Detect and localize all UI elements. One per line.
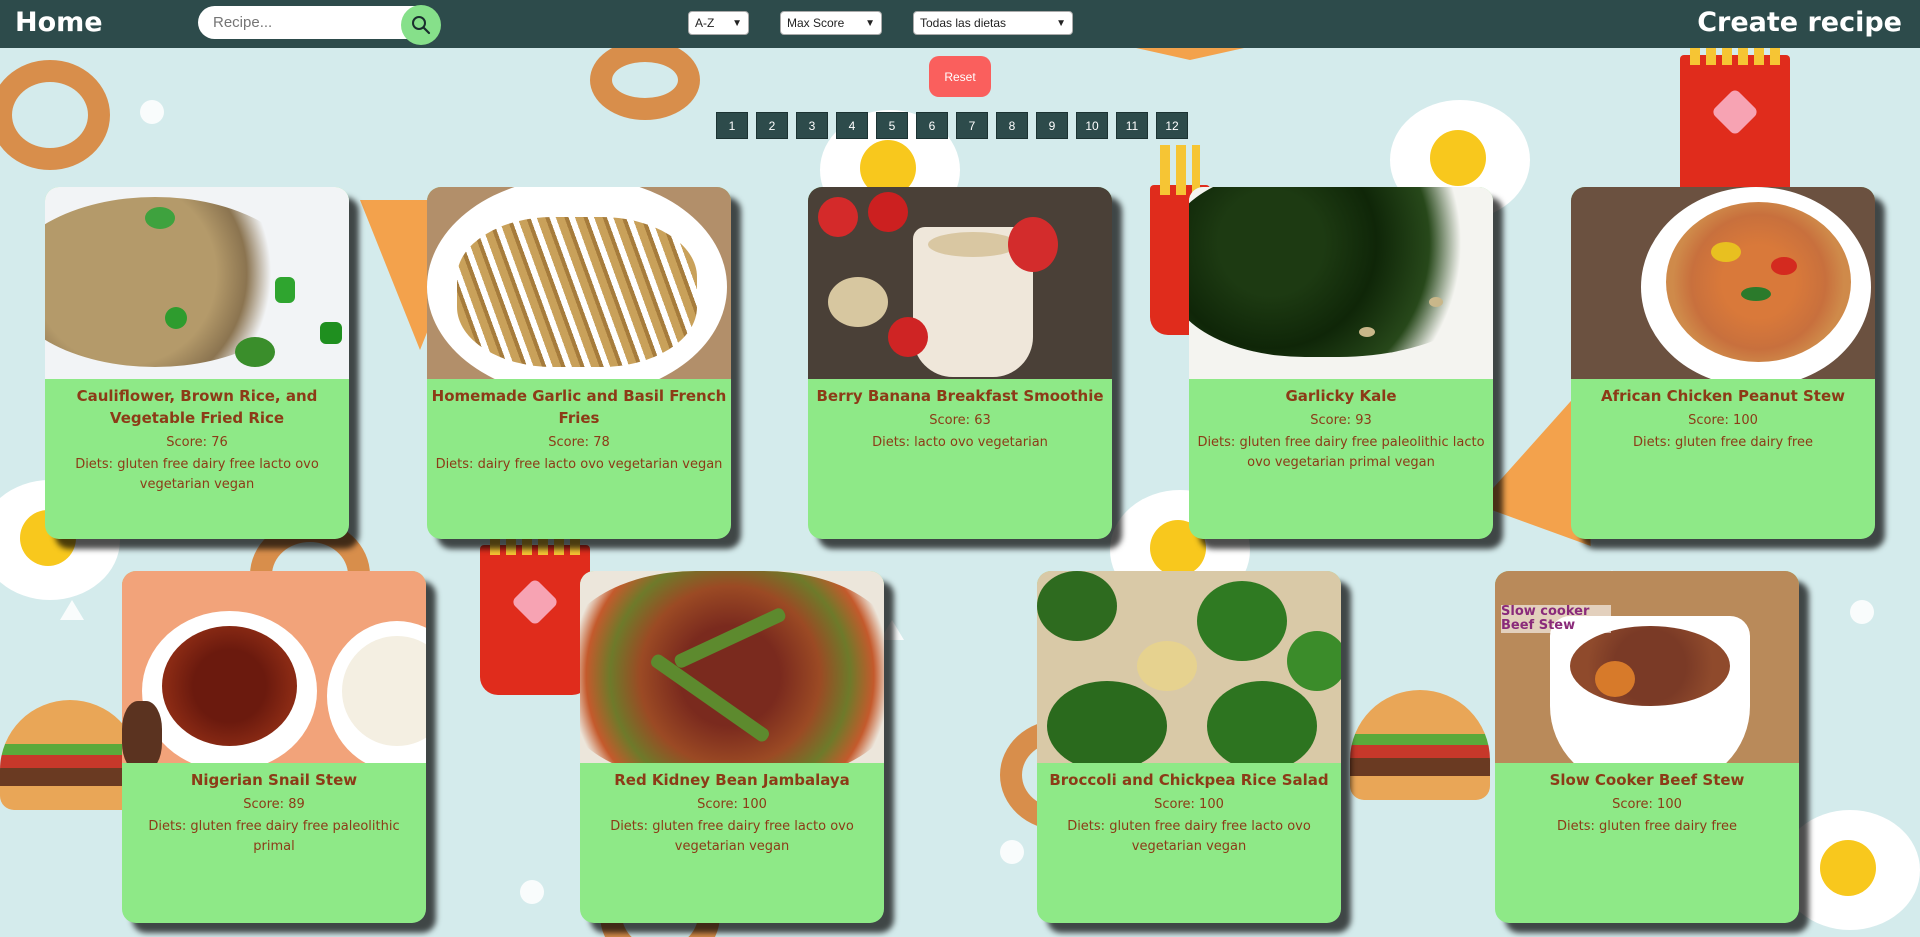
home-link[interactable]: Home	[15, 7, 103, 38]
burger-decoration	[0, 700, 140, 810]
recipe-title: Broccoli and Chickpea Rice Salad	[1049, 771, 1329, 789]
recipe-card[interactable]: Berry Banana Breakfast Smoothie Score: 6…	[808, 187, 1112, 539]
recipe-card[interactable]: Homemade Garlic and Basil French Fries S…	[427, 187, 731, 539]
search-button[interactable]	[401, 5, 441, 45]
navbar: Home A-Z ▼ Max Score ▼ Todas las dietas …	[0, 0, 1920, 48]
recipe-card[interactable]: Cauliflower, Brown Rice, and Vegetable F…	[45, 187, 349, 539]
recipe-score: Score: 89	[243, 797, 305, 812]
sort-score-value: Max Score	[787, 16, 845, 30]
recipe-image	[427, 187, 731, 379]
recipe-title: Berry Banana Breakfast Smoothie	[816, 387, 1104, 405]
chevron-down-icon: ▼	[1056, 17, 1066, 29]
recipe-image-caption: Slow cooker Beef Stew	[1501, 605, 1611, 633]
recipe-diets: Diets: gluten free dairy free paleolithi…	[148, 819, 400, 854]
page-button-6[interactable]: 6	[916, 112, 948, 139]
page-button-8[interactable]: 8	[996, 112, 1028, 139]
recipe-title: Cauliflower, Brown Rice, and Vegetable F…	[76, 387, 318, 427]
sort-score-select[interactable]: Max Score ▼	[780, 11, 882, 35]
recipe-image	[45, 187, 349, 379]
dot-decoration	[1850, 600, 1874, 624]
dot-decoration	[1000, 840, 1024, 864]
page-button-12[interactable]: 12	[1156, 112, 1188, 139]
recipe-score: Score: 100	[1154, 797, 1224, 812]
sort-alphabetical-value: A-Z	[695, 16, 715, 30]
pagination: 1 2 3 4 5 6 7 8 9 10 11 12	[716, 112, 1196, 139]
pretzel-decoration	[590, 40, 700, 120]
fries-decoration	[1680, 15, 1790, 205]
recipe-card[interactable]: African Chicken Peanut Stew Score: 100 D…	[1571, 187, 1875, 539]
triangle-decoration	[60, 600, 84, 620]
recipe-image: Slow cooker Beef Stew	[1495, 571, 1799, 763]
recipe-diets: Diets: lacto ovo vegetarian	[872, 435, 1048, 450]
search-bar	[198, 5, 443, 45]
recipe-card[interactable]: Red Kidney Bean Jambalaya Score: 100 Die…	[580, 571, 884, 923]
egg-decoration	[1780, 810, 1920, 930]
page-button-1[interactable]: 1	[716, 112, 748, 139]
recipe-score: Score: 100	[697, 797, 767, 812]
page-button-2[interactable]: 2	[756, 112, 788, 139]
recipe-score: Score: 63	[929, 413, 991, 428]
fries-decoration	[480, 505, 590, 695]
recipe-card[interactable]: Slow cooker Beef Stew Slow Cooker Beef S…	[1495, 571, 1799, 923]
search-icon	[412, 16, 431, 35]
recipe-card[interactable]: Garlicky Kale Score: 93 Diets: gluten fr…	[1189, 187, 1493, 539]
recipe-card[interactable]: Nigerian Snail Stew Score: 89 Diets: glu…	[122, 571, 426, 923]
recipe-score: Score: 78	[548, 435, 610, 450]
recipe-diets: Diets: dairy free lacto ovo vegetarian v…	[435, 457, 723, 472]
dot-decoration	[520, 880, 544, 904]
burger-decoration	[1350, 690, 1490, 800]
page-button-3[interactable]: 3	[796, 112, 828, 139]
recipe-image	[808, 187, 1112, 379]
diet-filter-value: Todas las dietas	[920, 16, 1007, 30]
diet-filter-select[interactable]: Todas las dietas ▼	[913, 11, 1073, 35]
recipe-diets: Diets: gluten free dairy free	[1557, 819, 1737, 834]
sort-alphabetical-select[interactable]: A-Z ▼	[688, 11, 749, 35]
recipe-diets: Diets: gluten free dairy free paleolithi…	[1197, 435, 1485, 470]
recipe-title: Homemade Garlic and Basil French Fries	[431, 387, 727, 427]
recipe-title: Nigerian Snail Stew	[190, 771, 358, 789]
recipe-score: Score: 76	[166, 435, 228, 450]
recipe-image	[1571, 187, 1875, 379]
chevron-down-icon: ▼	[865, 17, 875, 29]
recipe-score: Score: 100	[1688, 413, 1758, 428]
create-recipe-link[interactable]: Create recipe	[1697, 7, 1902, 38]
recipe-title: Red Kidney Bean Jambalaya	[614, 771, 850, 789]
page-button-9[interactable]: 9	[1036, 112, 1068, 139]
recipe-image	[122, 571, 426, 763]
pretzel-decoration	[0, 60, 110, 170]
recipe-title: Slow Cooker Beef Stew	[1549, 771, 1745, 789]
dot-decoration	[140, 100, 164, 124]
recipe-image	[580, 571, 884, 763]
recipe-image	[1037, 571, 1341, 763]
page-button-10[interactable]: 10	[1076, 112, 1108, 139]
dot-decoration	[1500, 150, 1524, 174]
recipe-diets: Diets: gluten free dairy free lacto ovo …	[610, 819, 854, 854]
page-button-4[interactable]: 4	[836, 112, 868, 139]
recipe-title: African Chicken Peanut Stew	[1601, 387, 1845, 405]
recipe-title: Garlicky Kale	[1285, 387, 1397, 405]
recipe-diets: Diets: gluten free dairy free lacto ovo …	[75, 457, 319, 492]
recipe-diets: Diets: gluten free dairy free lacto ovo …	[1067, 819, 1311, 854]
recipe-image	[1189, 187, 1493, 379]
page-button-11[interactable]: 11	[1116, 112, 1148, 139]
recipe-card[interactable]: Broccoli and Chickpea Rice Salad Score: …	[1037, 571, 1341, 923]
page-button-7[interactable]: 7	[956, 112, 988, 139]
recipe-score: Score: 100	[1612, 797, 1682, 812]
recipe-diets: Diets: gluten free dairy free	[1633, 435, 1813, 450]
reset-button[interactable]: Reset	[929, 56, 991, 97]
recipe-score: Score: 93	[1310, 413, 1372, 428]
page-button-5[interactable]: 5	[876, 112, 908, 139]
search-input[interactable]	[198, 6, 418, 39]
chevron-down-icon: ▼	[732, 17, 742, 29]
